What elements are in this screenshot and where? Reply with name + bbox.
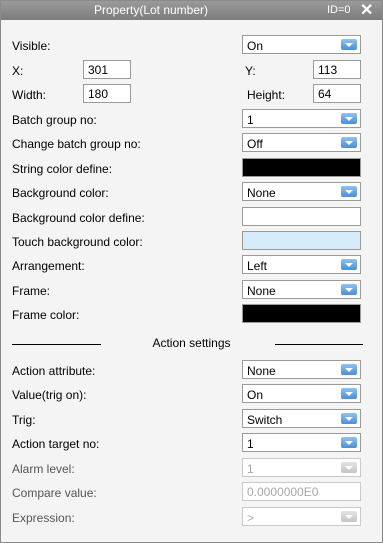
- close-icon[interactable]: ✕: [360, 0, 373, 20]
- chevron-down-icon[interactable]: [341, 437, 357, 448]
- row-value-trig-on: Value(trig on): On: [1, 383, 382, 407]
- string-color-swatch[interactable]: [242, 158, 361, 177]
- frame-value: None: [247, 284, 276, 298]
- height-input[interactable]: 64: [313, 84, 361, 103]
- action-target-label: Action target no:: [12, 437, 100, 451]
- chevron-down-icon: [341, 511, 357, 522]
- frame-color-swatch[interactable]: [242, 304, 361, 323]
- action-attribute-dropdown[interactable]: None: [242, 360, 361, 379]
- compare-value-input: 0.0000000E0: [242, 482, 361, 501]
- value-trig-on-label: Value(trig on):: [12, 388, 87, 402]
- background-color-define-swatch[interactable]: [242, 207, 361, 226]
- action-attribute-label: Action attribute:: [12, 364, 96, 378]
- title-bar: Property(Lot number) ID=0 ✕: [1, 1, 382, 20]
- chevron-down-icon[interactable]: [341, 259, 357, 270]
- row-compare-value: Compare value: 0.0000000E0: [1, 481, 382, 505]
- batch-group-label: Batch group no:: [12, 113, 97, 127]
- action-target-value: 1: [247, 437, 254, 451]
- width-input[interactable]: 180: [83, 84, 131, 103]
- alarm-level-dropdown: 1: [242, 458, 361, 477]
- change-batch-group-dropdown[interactable]: Off: [242, 133, 361, 152]
- chevron-down-icon[interactable]: [341, 413, 357, 424]
- frame-dropdown[interactable]: None: [242, 280, 361, 299]
- x-input[interactable]: 301: [83, 60, 131, 79]
- row-background-color: Background color: None: [1, 181, 382, 205]
- background-color-value: None: [247, 186, 276, 200]
- y-input[interactable]: 113: [313, 60, 361, 79]
- row-string-color-define: String color define:: [1, 157, 382, 181]
- chevron-down-icon[interactable]: [341, 364, 357, 375]
- action-settings-title: Action settings: [152, 336, 231, 350]
- chevron-down-icon[interactable]: [341, 186, 357, 197]
- row-batch-group: Batch group no: 1: [1, 108, 382, 132]
- chevron-down-icon[interactable]: [341, 39, 357, 50]
- action-settings-header: Action settings: [1, 333, 382, 355]
- arrangement-label: Arrangement:: [12, 259, 85, 273]
- batch-group-dropdown[interactable]: 1: [242, 109, 361, 128]
- window-title: Property(Lot number): [93, 3, 209, 17]
- property-panel: Property(Lot number) ID=0 ✕ Visible: On …: [0, 0, 383, 543]
- value-trig-on-dropdown[interactable]: On: [242, 384, 361, 403]
- height-label: Height:: [247, 88, 286, 102]
- alarm-level-label: Alarm level:: [12, 462, 75, 476]
- row-action-attribute: Action attribute: None: [1, 359, 382, 383]
- expression-label: Expression:: [12, 511, 75, 525]
- visible-dropdown[interactable]: On: [242, 35, 361, 54]
- chevron-down-icon[interactable]: [341, 284, 357, 295]
- row-alarm-level: Alarm level: 1: [1, 457, 382, 481]
- background-color-dropdown[interactable]: None: [242, 182, 361, 201]
- batch-group-value: 1: [247, 113, 254, 127]
- value-trig-on-value: On: [247, 388, 264, 402]
- alarm-level-value: 1: [247, 462, 254, 476]
- separator-right: [275, 344, 363, 345]
- action-attribute-value: None: [247, 364, 276, 378]
- action-target-dropdown[interactable]: 1: [242, 433, 361, 452]
- background-color-define-label: Background color define:: [12, 211, 145, 225]
- touch-background-color-label: Touch background color:: [12, 235, 143, 249]
- background-color-label: Background color:: [12, 186, 109, 200]
- change-batch-group-value: Off: [247, 137, 263, 151]
- change-batch-group-label: Change batch group no:: [12, 137, 141, 151]
- x-label: X:: [12, 64, 24, 78]
- y-label: Y:: [245, 64, 256, 78]
- trig-dropdown[interactable]: Switch: [242, 409, 361, 428]
- string-color-define-label: String color define:: [12, 162, 113, 176]
- row-expression: Expression: >: [1, 506, 382, 530]
- row-arrangement: Arrangement: Left: [1, 254, 382, 278]
- row-change-batch-group: Change batch group no: Off: [1, 132, 382, 156]
- touch-background-color-swatch[interactable]: [242, 231, 361, 250]
- row-frame-color: Frame color:: [1, 303, 382, 327]
- chevron-down-icon[interactable]: [341, 388, 357, 399]
- frame-color-label: Frame color:: [12, 308, 80, 322]
- arrangement-value: Left: [247, 259, 268, 273]
- width-label: Width:: [12, 88, 47, 102]
- trig-value: Switch: [247, 413, 283, 427]
- row-background-color-define: Background color define:: [1, 206, 382, 230]
- chevron-down-icon: [341, 462, 357, 473]
- id-label: ID=0: [327, 4, 351, 16]
- visible-label: Visible:: [12, 39, 51, 53]
- chevron-down-icon[interactable]: [341, 113, 357, 124]
- row-frame: Frame: None: [1, 279, 382, 303]
- expression-value: >: [247, 511, 255, 525]
- row-width-height: Width: 180 Height: 64: [1, 83, 382, 107]
- row-trig: Trig: Switch: [1, 408, 382, 432]
- compare-value-label: Compare value:: [12, 486, 97, 500]
- row-x-y: X: 301 Y: 113: [1, 59, 382, 83]
- chevron-down-icon[interactable]: [341, 137, 357, 148]
- frame-label: Frame:: [12, 284, 51, 298]
- visible-value: On: [247, 39, 264, 53]
- row-action-target: Action target no: 1: [1, 432, 382, 456]
- arrangement-dropdown[interactable]: Left: [242, 255, 361, 274]
- expression-dropdown: >: [242, 507, 361, 526]
- row-touch-background-color: Touch background color:: [1, 230, 382, 254]
- trig-label: Trig:: [12, 413, 36, 427]
- row-visible: Visible: On: [1, 34, 382, 58]
